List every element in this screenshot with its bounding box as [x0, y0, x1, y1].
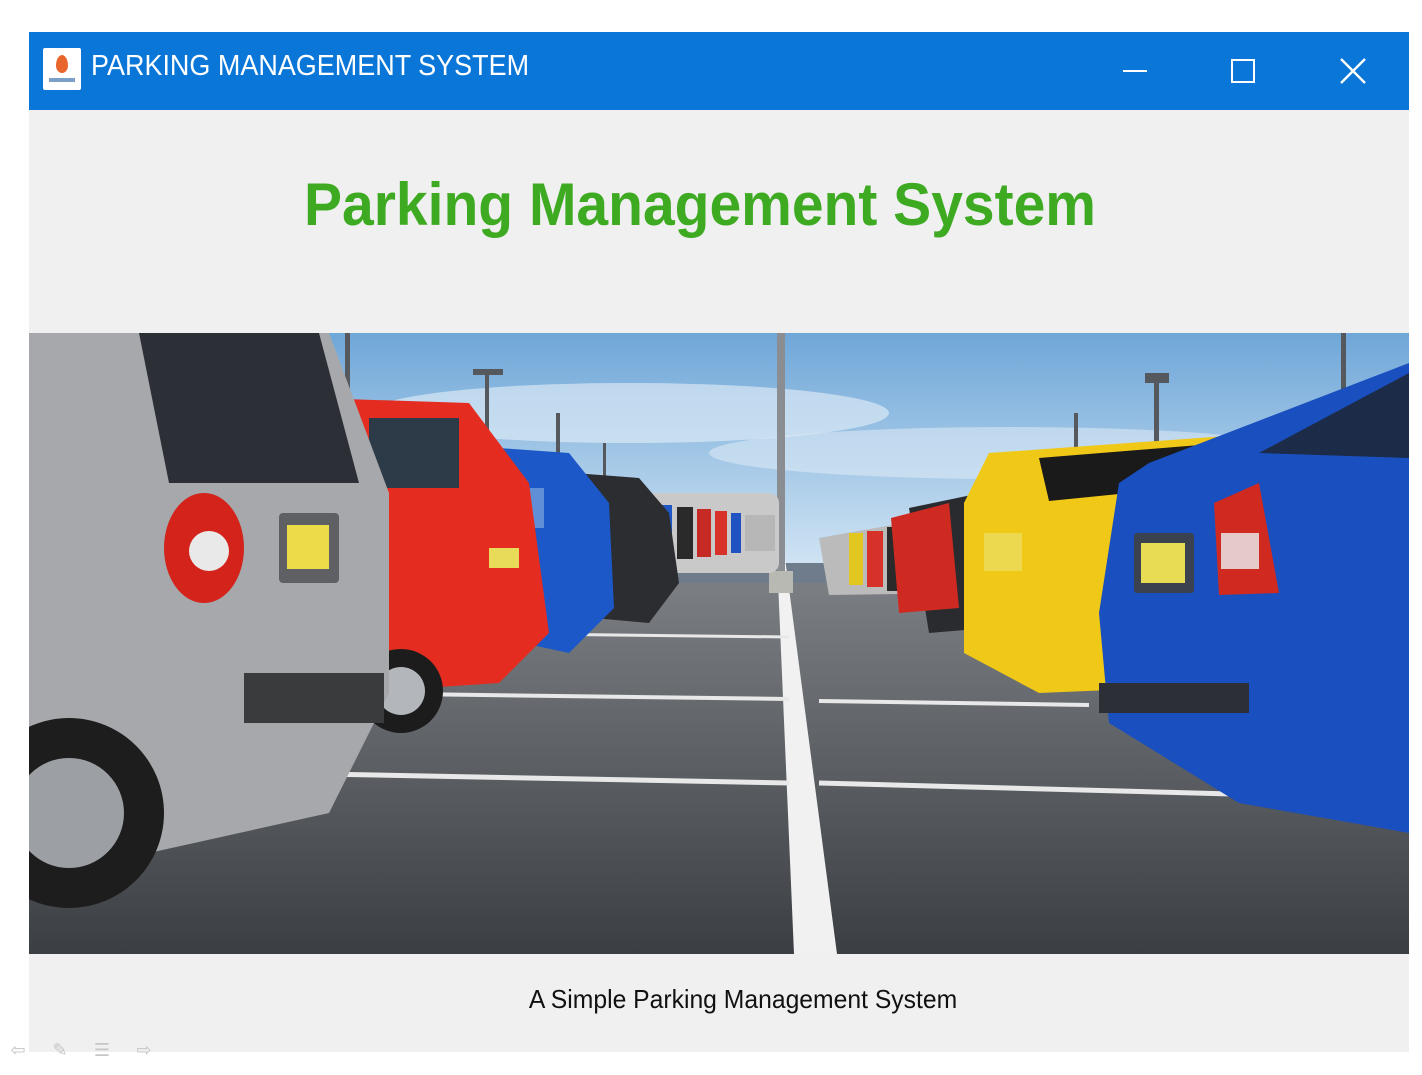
maximize-icon — [1231, 59, 1255, 83]
back-arrow-icon[interactable]: ⇦ — [4, 1040, 32, 1062]
parking-lot-image — [29, 333, 1409, 954]
subtitle-text: A Simple Parking Management System — [528, 984, 958, 1014]
app-logo-icon — [43, 48, 81, 90]
close-icon — [1340, 58, 1366, 84]
window-title: PARKING MANAGEMENT SYSTEM — [91, 50, 530, 82]
close-button[interactable] — [1305, 32, 1401, 110]
maximize-button[interactable] — [1195, 32, 1291, 110]
app-window: PARKING MANAGEMENT SYSTEM Parking Manage… — [29, 32, 1409, 1052]
title-bar[interactable]: PARKING MANAGEMENT SYSTEM — [29, 32, 1409, 110]
forward-arrow-icon[interactable]: ⇨ — [130, 1040, 158, 1062]
minimize-icon — [1123, 70, 1147, 72]
menu-icon[interactable]: ☰ — [88, 1040, 116, 1062]
pen-icon[interactable]: ✎ — [46, 1040, 74, 1062]
minimize-button[interactable] — [1087, 32, 1183, 110]
page-title: Parking Management System — [304, 171, 1096, 238]
slide-navigation: ⇦ ✎ ☰ ⇨ — [4, 1040, 158, 1062]
